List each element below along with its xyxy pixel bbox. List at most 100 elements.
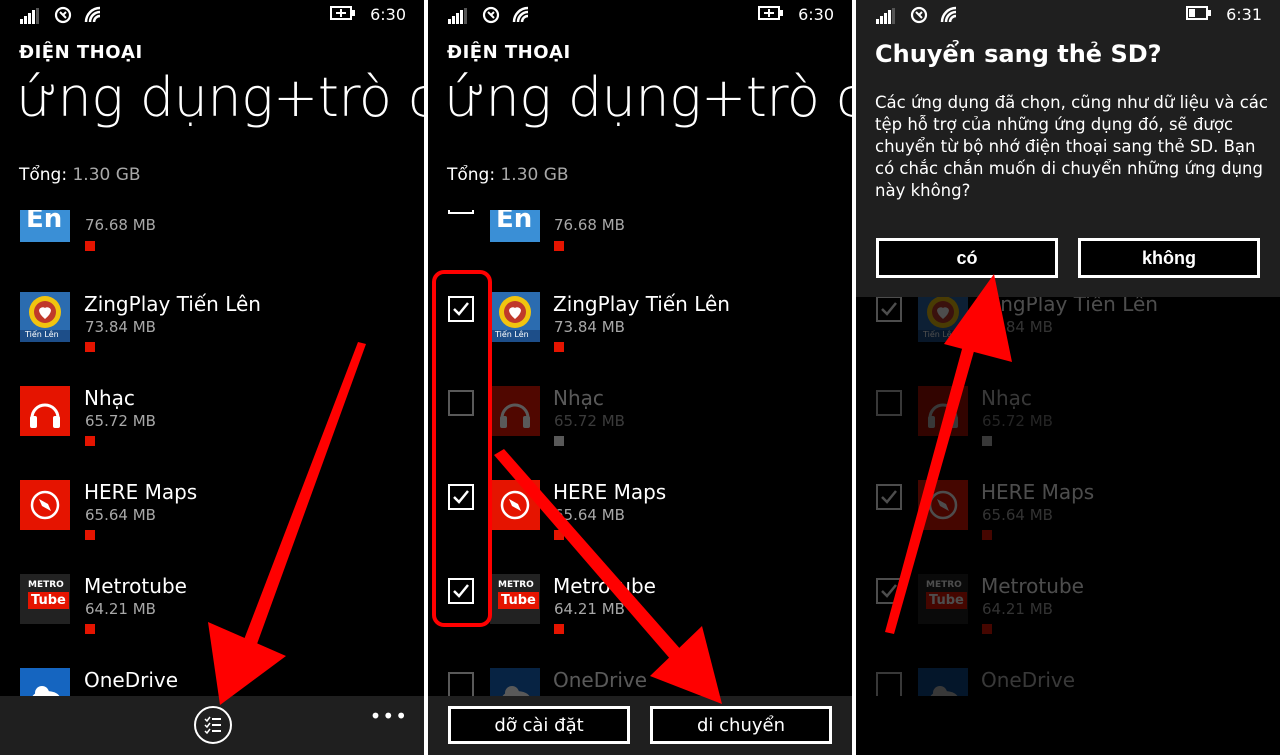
app-tile: En [20, 210, 70, 242]
storage-bar [554, 241, 564, 251]
app-name: Nhạc [84, 386, 135, 410]
app-size: 64.21 MB [85, 600, 156, 618]
wifi-icon [940, 6, 958, 28]
checkbox-icon[interactable] [448, 672, 474, 696]
signal-icon [448, 8, 470, 28]
phone-screen-2: 6:30 ĐIỆN THOẠI ứng dụng+trò c Tổng: 1.3… [428, 0, 852, 755]
app-size: 65.64 MB [982, 506, 1053, 524]
list-item[interactable]: OneDrive [428, 668, 852, 696]
storage-bar [982, 624, 992, 634]
nfc-icon [910, 6, 928, 28]
list-item[interactable]: HERE Maps 65.64 MB [0, 480, 424, 574]
more-icon[interactable]: ••• [370, 704, 408, 728]
app-name: HERE Maps [84, 480, 198, 504]
storage-bar [85, 436, 95, 446]
move-button[interactable]: di chuyển [650, 706, 832, 744]
list-item: METRO Tube Metrotube 64.21 MB [856, 574, 1280, 668]
app-size: 65.72 MB [982, 412, 1053, 430]
app-size: 76.68 MB [554, 216, 625, 234]
battery-charging-icon [758, 5, 784, 24]
app-list[interactable]: En 76.68 MB Tiến Lên ZingPlay Tiến Lên 7… [0, 210, 424, 696]
here-maps-tile [490, 480, 540, 530]
phone-screen-3: Tiến Lên ZingPlay Tiến Lên 73.84 MB Nhạc… [856, 0, 1280, 755]
storage-bar [554, 624, 564, 634]
battery-icon [1186, 5, 1212, 24]
checkbox-icon [876, 672, 902, 696]
metrotube-tile: METRO Tube [20, 574, 70, 624]
app-size: 65.64 MB [554, 506, 625, 524]
app-size: 73.84 MB [554, 318, 625, 336]
storage-bar [982, 342, 992, 352]
app-bar: ••• [0, 696, 424, 755]
storage-bar [85, 342, 95, 352]
onedrive-tile [918, 668, 968, 696]
storage-bar [85, 530, 95, 540]
status-time: 6:30 [370, 5, 406, 24]
metrotube-tile: METRO Tube [918, 574, 968, 624]
app-name: Metrotube [553, 574, 656, 598]
list-item[interactable]: METRO Tube Metrotube 64.21 MB [0, 574, 424, 668]
section-header: ĐIỆN THOẠI [447, 42, 571, 63]
onedrive-tile [490, 668, 540, 696]
nfc-icon [54, 6, 72, 28]
app-name: Metrotube [981, 574, 1084, 598]
checkbox-icon [876, 578, 902, 604]
storage-bar [554, 342, 564, 352]
zingplay-tile: Tiến Lên [20, 292, 70, 342]
status-time: 6:31 [1226, 5, 1262, 24]
yes-button[interactable]: có [876, 238, 1058, 278]
app-size: 73.84 MB [85, 318, 156, 336]
app-name: HERE Maps [553, 480, 667, 504]
status-bar: 6:30 [428, 0, 852, 30]
list-item[interactable]: OneDrive [0, 668, 424, 696]
app-name: Metrotube [84, 574, 187, 598]
move-to-sd-dialog: 6:31 Chuyển sang thẻ SD? Các ứng dụng đã… [856, 0, 1280, 297]
uninstall-button[interactable]: dỡ cài đặt [448, 706, 630, 744]
music-tile [490, 386, 540, 436]
list-item[interactable]: Tiến Lên ZingPlay Tiến Lên 73.84 MB [0, 292, 424, 386]
metrotube-tile: METRO Tube [490, 574, 540, 624]
music-tile [20, 386, 70, 436]
storage-bar [85, 241, 95, 251]
signal-icon [876, 8, 898, 28]
nfc-icon [482, 6, 500, 28]
select-button[interactable] [194, 706, 232, 744]
storage-bar [554, 530, 564, 540]
section-header: ĐIỆN THOẠI [19, 42, 143, 63]
list-item[interactable]: Nhạc 65.72 MB [0, 386, 424, 480]
list-item[interactable]: En 76.68 MB [0, 210, 424, 296]
wifi-icon [512, 6, 530, 28]
app-name: HERE Maps [981, 480, 1095, 504]
app-tile: En [490, 210, 540, 242]
list-item: Nhạc 65.72 MB [856, 386, 1280, 480]
phone-screen-1: 6:30 ĐIỆN THOẠI ứng dụng+trò c Tổng: 1.3… [0, 0, 424, 755]
app-size: 65.72 MB [554, 412, 625, 430]
zingplay-tile: Tiến Lên [918, 292, 968, 342]
storage-bar [982, 530, 992, 540]
app-size: 65.72 MB [85, 412, 156, 430]
checkbox-icon [876, 296, 902, 322]
status-bar: 6:30 [0, 0, 424, 30]
total-storage: Tổng: 1.30 GB [19, 165, 141, 185]
app-bar: dỡ cài đặt di chuyển [428, 696, 852, 755]
list-item: OneDrive [856, 668, 1280, 696]
onedrive-tile [20, 668, 70, 696]
app-name: Nhạc [981, 386, 1032, 410]
checkbox-icon[interactable] [448, 210, 474, 214]
total-storage: Tổng: 1.30 GB [447, 165, 569, 185]
page-title: ứng dụng+trò c [444, 66, 852, 129]
app-size: 64.21 MB [554, 600, 625, 618]
app-size: 64.21 MB [982, 600, 1053, 618]
no-button[interactable]: không [1078, 238, 1260, 278]
app-name: OneDrive [84, 668, 179, 692]
here-maps-tile [918, 480, 968, 530]
music-tile [918, 386, 968, 436]
select-list-icon [204, 716, 221, 734]
app-size: 76.68 MB [85, 216, 156, 234]
app-name: OneDrive [553, 668, 648, 692]
app-size: 65.64 MB [85, 506, 156, 524]
app-name: ZingPlay Tiến Lên [84, 292, 261, 316]
dialog-message: Các ứng dụng đã chọn, cũng như dữ liệu v… [875, 93, 1268, 200]
wifi-icon [84, 6, 102, 28]
zingplay-tile: Tiến Lên [490, 292, 540, 342]
